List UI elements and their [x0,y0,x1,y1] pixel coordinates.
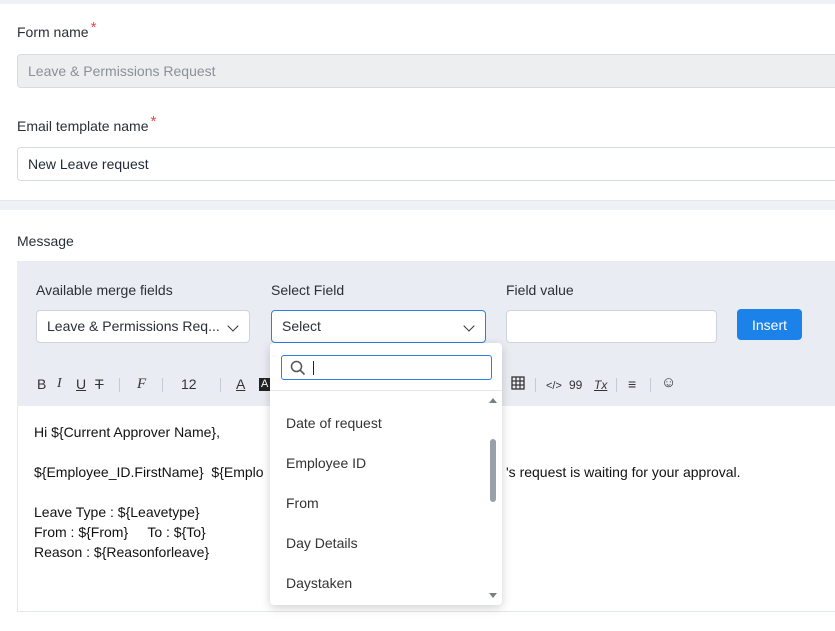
select-field-value: Select [282,318,321,334]
form-name-label: Form name * [17,19,97,40]
required-mark: * [90,19,97,36]
dropdown-divider [270,390,502,391]
quote-icon[interactable]: 99 [569,377,582,393]
toolbar-divider [650,378,651,392]
toolbar-divider [616,378,617,392]
code-icon[interactable]: </> [546,378,562,394]
underline-button[interactable]: U [76,376,86,392]
select-field-dropdown: Date of request Employee ID From Day Det… [270,343,502,605]
font-family-icon[interactable]: F [137,376,146,392]
toolbar-divider [535,378,536,392]
form-details-card: Form name * Leave & Permissions Request E… [0,4,835,201]
editor-line: Hi ${Current Approver Name}, [34,424,220,440]
available-merge-fields-value: Leave & Permissions Req... [47,318,220,334]
list-item[interactable]: From [286,495,319,511]
chevron-down-icon [463,320,475,332]
italic-button[interactable]: I [57,376,62,392]
horizontal-rule-icon[interactable]: ≡ [628,376,636,392]
select-field-label: Select Field [271,282,345,298]
font-color-icon[interactable]: A [236,376,245,392]
search-icon [290,360,306,381]
editor-line: Reason : ${Reasonforleave} [34,544,210,560]
emoji-icon[interactable]: ☺ [661,375,676,391]
message-label: Message [17,233,74,249]
list-item[interactable]: Date of request [286,415,382,431]
toolbar-divider [119,378,120,392]
field-value-label: Field value [506,282,574,298]
chevron-down-icon [227,320,239,332]
list-item[interactable]: Day Details [286,535,358,551]
editor-line: From : ${From} To : ${To} [34,524,206,540]
clear-format-icon[interactable]: Tx [594,377,607,393]
scroll-down-arrow-icon[interactable] [489,593,497,598]
field-value-input[interactable] [506,310,717,343]
editor-line: 's request is waiting for your approval. [506,464,741,480]
font-size-select[interactable]: 12 [181,376,197,392]
required-mark: * [150,113,157,130]
strikethrough-button[interactable]: T [95,376,104,392]
available-merge-fields-label: Available merge fields [36,282,173,298]
editor-line: ${Employee_ID.FirstName} ${Emplo [34,464,264,480]
dropdown-search-input[interactable] [281,355,492,380]
available-merge-fields-select[interactable]: Leave & Permissions Req... [36,310,250,343]
list-item[interactable]: Employee ID [286,455,366,471]
select-field-select[interactable]: Select [271,310,486,343]
email-template-field[interactable]: New Leave request [17,147,835,181]
email-template-label: Email template name * [17,113,157,134]
dropdown-scrollbar[interactable] [490,439,496,502]
list-item[interactable]: Daystaken [286,575,352,591]
scroll-up-arrow-icon[interactable] [489,398,497,403]
background-color-icon[interactable]: A [259,378,271,391]
form-name-field: Leave & Permissions Request [17,54,835,88]
insert-button[interactable]: Insert [737,309,802,340]
table-icon[interactable] [511,376,525,393]
editor-line: Leave Type : ${Leavetype} [34,504,200,520]
toolbar-divider [162,378,163,392]
bold-button[interactable]: B [37,376,46,392]
toolbar-divider [220,378,221,392]
text-caret [313,361,314,375]
